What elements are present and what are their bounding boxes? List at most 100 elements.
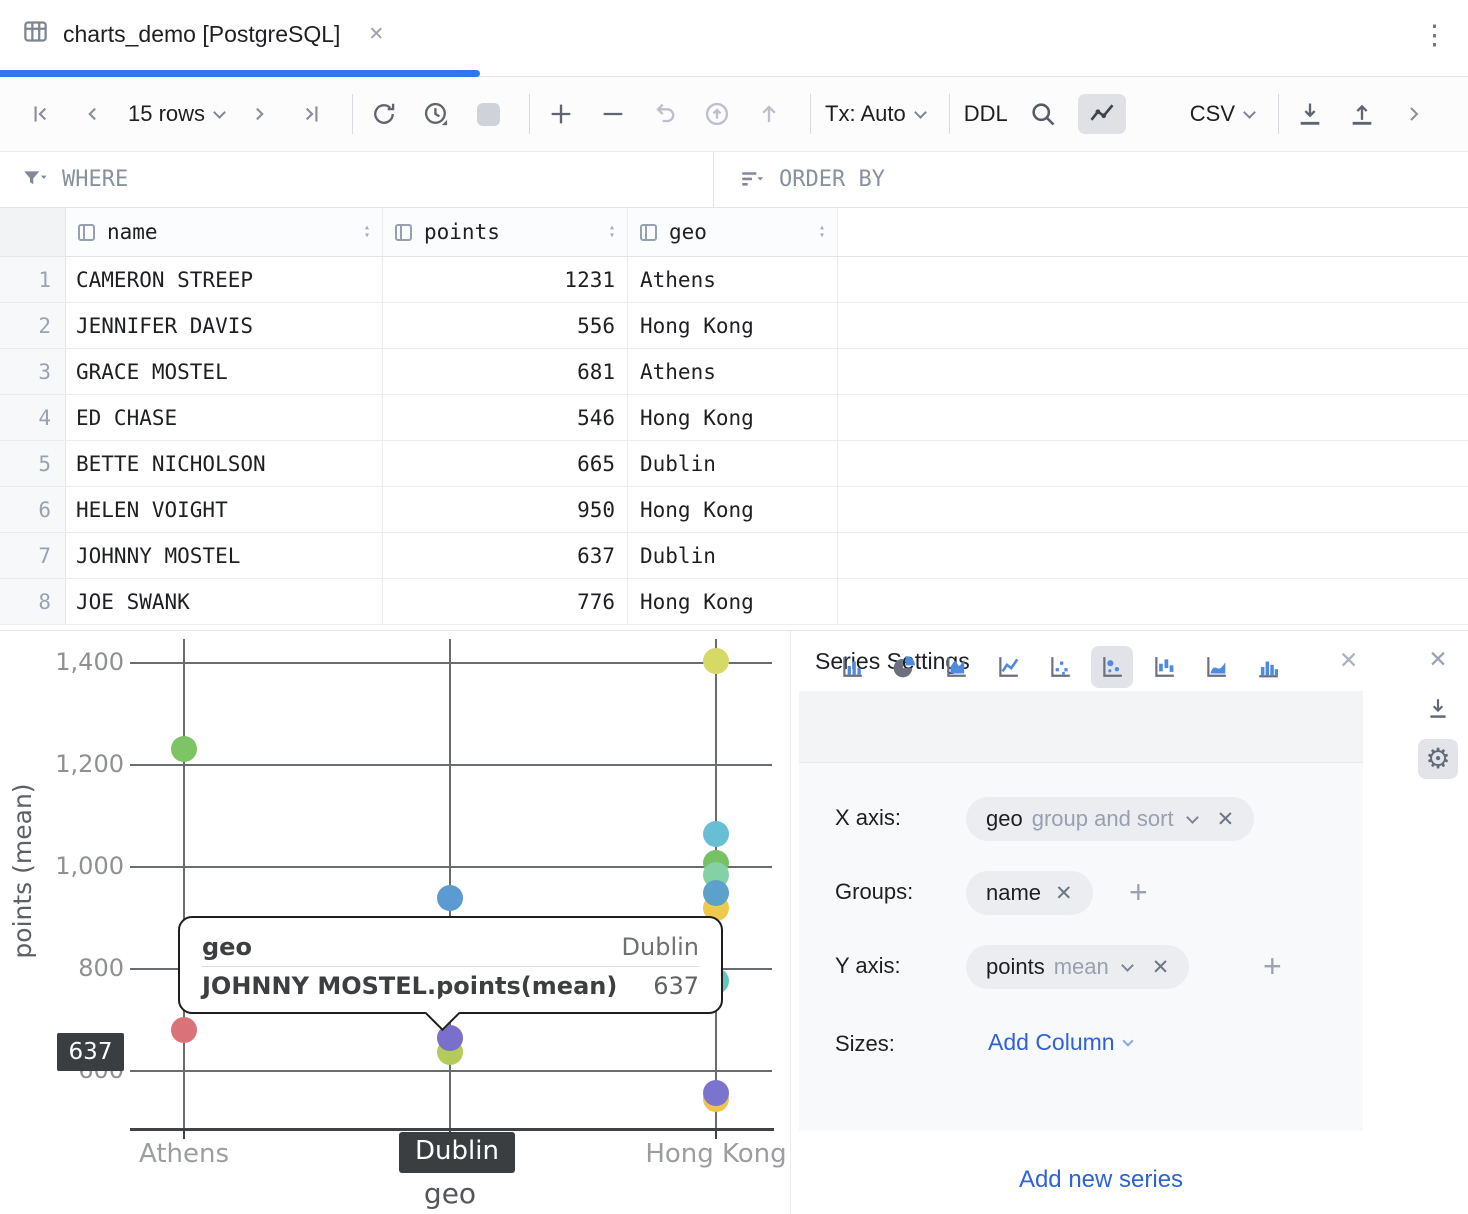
data-point[interactable] bbox=[703, 880, 729, 906]
order-by-input[interactable]: ORDER BY bbox=[713, 167, 885, 193]
cell-points[interactable]: 681 bbox=[383, 349, 628, 394]
cell-name[interactable]: HELEN VOIGHT bbox=[66, 487, 383, 532]
row-number: 1 bbox=[0, 257, 66, 302]
chart-type-line-icon[interactable] bbox=[987, 646, 1029, 688]
cell-name[interactable]: GRACE MOSTEL bbox=[66, 349, 383, 394]
first-page-button[interactable] bbox=[24, 97, 58, 131]
sizes-add-column-link[interactable]: Add Column bbox=[988, 1029, 1132, 1056]
chart-toggle-button[interactable] bbox=[1078, 94, 1126, 134]
add-group-button[interactable]: + bbox=[1129, 876, 1148, 908]
y-axis-pill[interactable]: points mean ✕ bbox=[966, 945, 1189, 989]
download-chart-button[interactable] bbox=[1418, 689, 1458, 729]
tx-mode-dropdown[interactable]: Tx: Auto bbox=[825, 101, 925, 127]
refresh-button[interactable] bbox=[367, 97, 401, 131]
chart-type-scatter-icon[interactable] bbox=[1039, 646, 1081, 688]
ddl-label: DDL bbox=[964, 101, 1008, 127]
cell-name[interactable]: JENNIFER DAVIS bbox=[66, 303, 383, 348]
cell-points[interactable]: 556 bbox=[383, 303, 628, 348]
cell-points[interactable]: 665 bbox=[383, 441, 628, 486]
chart-type-bar-icon[interactable] bbox=[831, 646, 873, 688]
chart-type-range-column-icon[interactable] bbox=[1143, 646, 1185, 688]
column-header-points[interactable]: points ▴▾ bbox=[383, 208, 628, 256]
cell-points[interactable]: 1231 bbox=[383, 257, 628, 302]
sort-arrows-icon[interactable]: ▴▾ bbox=[364, 224, 370, 240]
cell-geo[interactable]: Hong Kong bbox=[628, 303, 838, 348]
chart-type-histogram-icon[interactable] bbox=[1247, 646, 1289, 688]
cell-geo[interactable]: Dublin bbox=[628, 533, 838, 578]
history-clock-button[interactable] bbox=[419, 97, 453, 131]
chart-type-pie-icon[interactable] bbox=[883, 646, 925, 688]
tab-charts-demo[interactable]: charts_demo [PostgreSQL] ✕ bbox=[22, 18, 384, 50]
undo-button[interactable] bbox=[648, 97, 682, 131]
table-row: 1CAMERON STREEP1231Athens bbox=[0, 257, 1468, 303]
column-icon bbox=[640, 224, 657, 241]
stop-button[interactable] bbox=[471, 97, 505, 131]
data-point[interactable] bbox=[703, 648, 729, 674]
cell-points[interactable]: 950 bbox=[383, 487, 628, 532]
remove-group-icon[interactable]: ✕ bbox=[1055, 881, 1073, 906]
cell-geo[interactable]: Athens bbox=[628, 349, 838, 394]
cell-geo[interactable]: Dublin bbox=[628, 441, 838, 486]
table-row: 6HELEN VOIGHT950Hong Kong bbox=[0, 487, 1468, 533]
column-header-geo[interactable]: geo ▴▾ bbox=[628, 208, 838, 256]
add-row-button[interactable] bbox=[544, 97, 578, 131]
chevron-down-icon[interactable] bbox=[1186, 811, 1199, 824]
row-number: 6 bbox=[0, 487, 66, 532]
cell-points[interactable]: 546 bbox=[383, 395, 628, 440]
x-category-label: Hong Kong bbox=[616, 1139, 816, 1169]
sort-arrows-icon[interactable]: ▴▾ bbox=[609, 224, 615, 240]
cell-geo[interactable]: Hong Kong bbox=[628, 487, 838, 532]
kebab-menu-icon[interactable]: ⋮ bbox=[1421, 22, 1448, 49]
row-number: 8 bbox=[0, 579, 66, 624]
chart-settings-button[interactable]: ⚙ bbox=[1418, 739, 1458, 779]
cell-name[interactable]: ED CHASE bbox=[66, 395, 383, 440]
cell-name[interactable]: BETTE NICHOLSON bbox=[66, 441, 383, 486]
cell-points[interactable]: 637 bbox=[383, 533, 628, 578]
chart-type-stream-icon[interactable] bbox=[1195, 646, 1237, 688]
delete-row-button[interactable] bbox=[596, 97, 630, 131]
ddl-button[interactable]: DDL bbox=[964, 101, 1008, 127]
last-page-button[interactable] bbox=[294, 97, 328, 131]
chart-type-bubble-icon[interactable] bbox=[1091, 646, 1133, 688]
search-button[interactable] bbox=[1026, 97, 1060, 131]
export-button[interactable] bbox=[1345, 97, 1379, 131]
cell-name[interactable]: CAMERON STREEP bbox=[66, 257, 383, 302]
add-y-axis-button[interactable]: + bbox=[1263, 950, 1282, 982]
cell-geo[interactable]: Hong Kong bbox=[628, 395, 838, 440]
row-number: 4 bbox=[0, 395, 66, 440]
submit-button[interactable] bbox=[700, 97, 734, 131]
previous-page-button[interactable] bbox=[76, 97, 110, 131]
y-axis-setting-label: Y axis: bbox=[835, 953, 901, 979]
remove-x-axis-icon[interactable]: ✕ bbox=[1217, 807, 1235, 832]
chevron-down-icon[interactable] bbox=[1121, 959, 1134, 972]
panel-close-icon[interactable]: ✕ bbox=[1339, 647, 1358, 674]
chart-type-area-icon[interactable] bbox=[935, 646, 977, 688]
add-new-series-link[interactable]: Add new series bbox=[791, 1166, 1411, 1194]
close-chart-icon[interactable]: ✕ bbox=[1418, 639, 1458, 679]
x-axis-pill[interactable]: geo group and sort ✕ bbox=[966, 797, 1254, 841]
page-size-dropdown[interactable]: 15 rows bbox=[128, 101, 224, 127]
more-toolbar-chevron[interactable] bbox=[1397, 97, 1431, 131]
cell-geo[interactable]: Athens bbox=[628, 257, 838, 302]
cell-points[interactable]: 776 bbox=[383, 579, 628, 624]
cell-name[interactable]: JOHNNY MOSTEL bbox=[66, 533, 383, 578]
remove-y-axis-icon[interactable]: ✕ bbox=[1152, 955, 1170, 980]
import-button[interactable] bbox=[1293, 97, 1327, 131]
push-button[interactable] bbox=[752, 97, 786, 131]
tooltip-header-value: Dublin bbox=[622, 933, 699, 961]
sort-arrows-icon[interactable]: ▴▾ bbox=[819, 224, 825, 240]
data-point[interactable] bbox=[703, 821, 729, 847]
data-point[interactable] bbox=[171, 1017, 197, 1043]
next-page-button[interactable] bbox=[242, 97, 276, 131]
cell-geo[interactable]: Hong Kong bbox=[628, 579, 838, 624]
tab-close-icon[interactable]: ✕ bbox=[368, 23, 384, 46]
where-filter-input[interactable]: WHERE bbox=[0, 167, 713, 193]
export-format-dropdown[interactable]: CSV bbox=[1190, 101, 1254, 127]
column-header-name[interactable]: name ▴▾ bbox=[66, 208, 383, 256]
cell-name[interactable]: JOE SWANK bbox=[66, 579, 383, 624]
funnel-icon bbox=[22, 167, 48, 193]
groups-pill[interactable]: name ✕ bbox=[966, 871, 1093, 915]
data-point[interactable] bbox=[437, 885, 463, 911]
data-point[interactable] bbox=[171, 736, 197, 762]
column-icon bbox=[395, 224, 412, 241]
